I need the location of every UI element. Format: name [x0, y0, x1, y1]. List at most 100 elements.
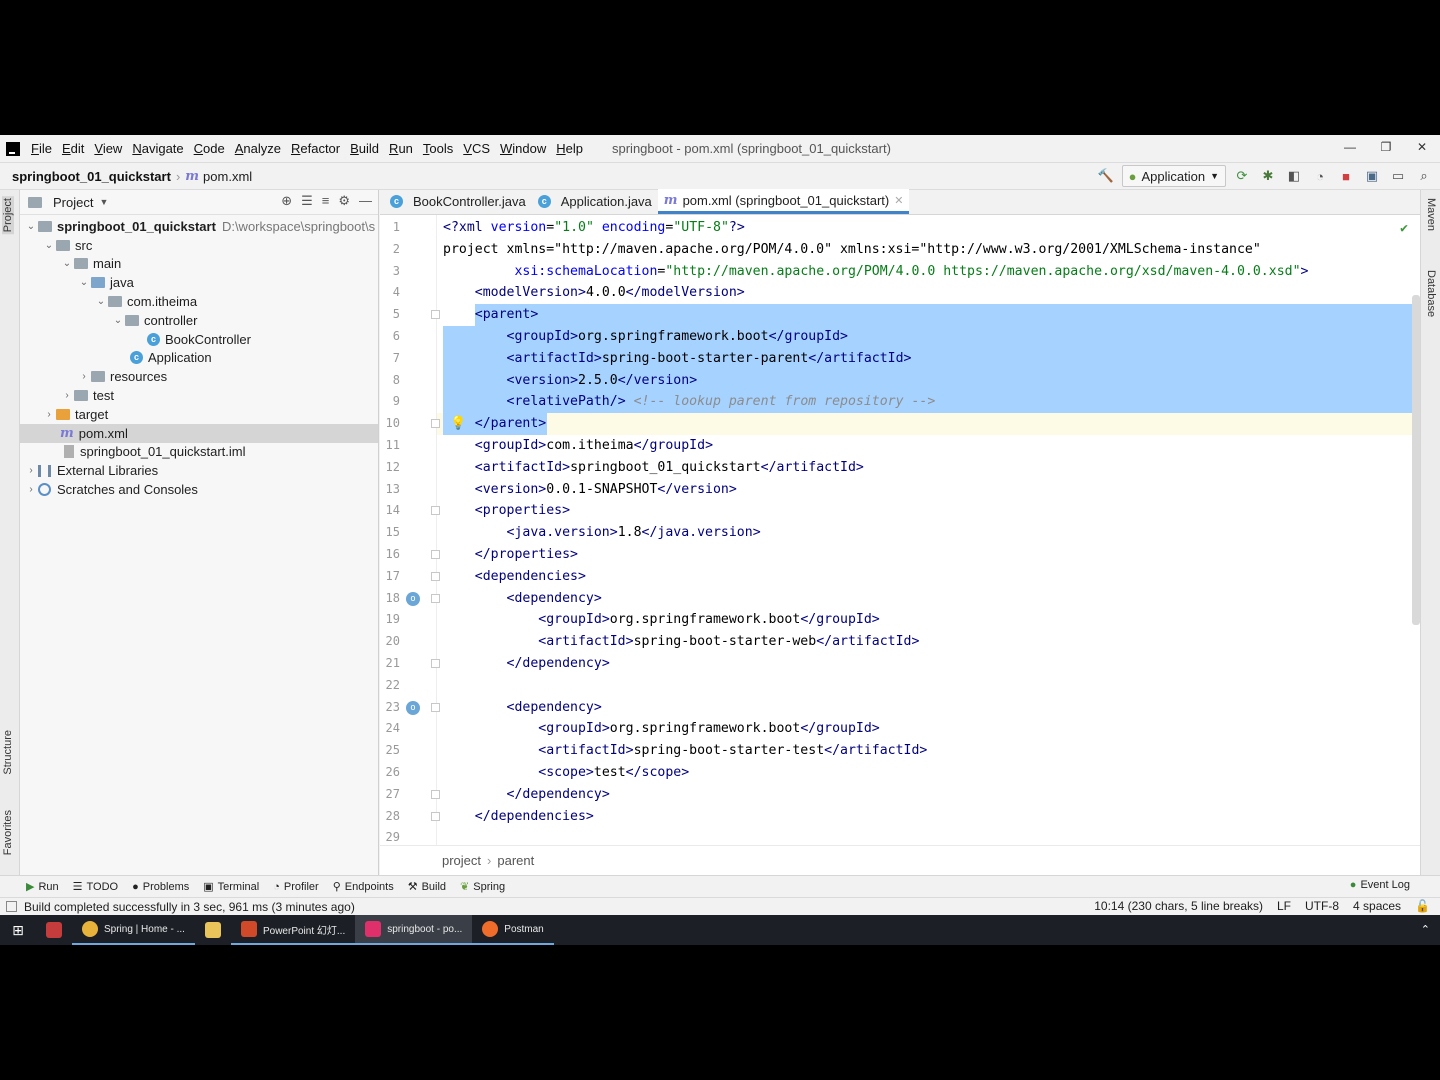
side-tab-database[interactable]: Database — [1425, 270, 1437, 317]
code-line[interactable]: 1 <?xml version="1.0" encoding="UTF-8"?> — [380, 217, 1420, 239]
code-line[interactable]: 21 </dependency> — [380, 653, 1420, 675]
menu-file[interactable]: File — [26, 141, 57, 156]
fold-marker-icon[interactable] — [431, 593, 440, 603]
menu-vcs[interactable]: VCS — [458, 141, 495, 156]
code-line[interactable]: 19 <groupId>org.springframework.boot</gr… — [380, 609, 1420, 631]
build-hammer-icon[interactable]: 🔨 — [1096, 166, 1116, 186]
menu-analyze[interactable]: Analyze — [230, 141, 286, 156]
vertical-scrollbar[interactable] — [1412, 295, 1420, 625]
menu-run[interactable]: Run — [384, 141, 418, 156]
layout-icon[interactable]: ▭ — [1388, 166, 1408, 186]
status-message[interactable]: Build completed successfully in 3 sec, 9… — [24, 900, 355, 914]
code-line[interactable]: 23 <dependency> o — [380, 697, 1420, 719]
code-line[interactable]: 14 <properties> — [380, 500, 1420, 522]
tool-run[interactable]: ▶ Run — [26, 880, 59, 894]
fold-marker-icon[interactable] — [431, 506, 440, 516]
status-checkbox-icon[interactable] — [6, 901, 17, 912]
chevron-down-icon[interactable]: ⌄ — [60, 258, 74, 269]
tool-problems[interactable]: ● Problems — [132, 881, 189, 893]
restore-icon[interactable]: ❐ — [1368, 135, 1404, 159]
expand-all-icon[interactable]: ☰ — [301, 193, 313, 209]
code-line[interactable]: 16 </properties> — [380, 544, 1420, 566]
chevron-down-icon[interactable]: ⌄ — [24, 221, 38, 232]
chevron-down-icon[interactable]: ⌄ — [111, 315, 125, 326]
code-line[interactable]: 6 <groupId>org.springframework.boot</gro… — [380, 326, 1420, 348]
tree-item-java[interactable]: ⌄ java — [20, 273, 378, 292]
lock-icon[interactable]: 🔓 — [1415, 899, 1430, 913]
breadcrumb-project-tag[interactable]: project — [442, 853, 481, 868]
code-line[interactable]: 8 <version>2.5.0</version> — [380, 370, 1420, 392]
code-line[interactable]: 4 <modelVersion>4.0.0</modelVersion> — [380, 282, 1420, 304]
chevron-down-icon[interactable]: ⌄ — [42, 240, 56, 251]
taskbar-powerpoint[interactable]: PowerPoint 幻灯... — [230, 915, 356, 945]
menu-navigate[interactable]: Navigate — [127, 141, 188, 156]
fold-marker-icon[interactable] — [431, 811, 440, 821]
code-line[interactable]: 3 xsi:schemaLocation="http://maven.apach… — [380, 261, 1420, 283]
side-tab-project[interactable]: Project — [2, 196, 14, 235]
taskbar-chrome[interactable]: Spring | Home - ... — [72, 915, 195, 945]
side-tab-maven[interactable]: Maven — [1425, 198, 1437, 231]
code-line[interactable]: 15 <java.version>1.8</java.version> — [380, 522, 1420, 544]
chevron-down-icon[interactable]: ⌄ — [77, 277, 91, 288]
inspection-ok-icon[interactable]: ✔ — [1400, 221, 1408, 236]
tab-application[interactable]: c Application.java — [532, 189, 658, 214]
taskbar-app-icon[interactable] — [36, 915, 72, 945]
breadcrumb-file[interactable]: pom.xml — [203, 169, 252, 184]
project-panel-title[interactable]: Project — [53, 195, 93, 210]
project-structure-icon[interactable]: ▣ — [1362, 166, 1382, 186]
file-encoding[interactable]: UTF-8 — [1305, 899, 1339, 913]
code-line[interactable]: 28 </dependencies> — [380, 806, 1420, 828]
code-line[interactable]: 12 <artifactId>springboot_01_quickstart<… — [380, 457, 1420, 479]
fold-marker-icon[interactable] — [431, 789, 440, 799]
rerun-icon[interactable]: ⟳ — [1232, 166, 1252, 186]
chevron-down-icon[interactable]: ⌄ — [94, 296, 108, 307]
menu-build[interactable]: Build — [345, 141, 384, 156]
line-separator[interactable]: LF — [1277, 899, 1291, 913]
code-line[interactable]: 26 <scope>test</scope> — [380, 762, 1420, 784]
chevron-up-icon[interactable]: ⌃ — [1421, 923, 1430, 936]
tool-todo[interactable]: ☰ TODO — [73, 880, 118, 894]
breadcrumb-project[interactable]: springboot_01_quickstart — [12, 169, 171, 184]
tree-item-bookcontroller[interactable]: c BookController — [20, 330, 378, 349]
chevron-right-icon[interactable]: › — [77, 371, 91, 382]
code-line[interactable]: 9 <relativePath/> <!-- lookup parent fro… — [380, 391, 1420, 413]
code-line[interactable]: 7 <artifactId>spring-boot-starter-parent… — [380, 348, 1420, 370]
tree-item-controller[interactable]: ⌄ controller — [20, 311, 378, 330]
caret-position[interactable]: 10:14 (230 chars, 5 line breaks) — [1094, 899, 1263, 913]
chevron-down-icon[interactable]: ▼ — [99, 197, 108, 207]
side-tab-favorites[interactable]: Favorites — [2, 810, 14, 855]
dependency-gutter-icon[interactable]: o — [406, 700, 420, 715]
run-configuration-select[interactable]: ● Application ▼ — [1121, 165, 1226, 187]
code-line[interactable]: 18 <dependency> o — [380, 588, 1420, 610]
chevron-right-icon[interactable]: › — [42, 409, 56, 420]
code-line[interactable]: 29 — [380, 827, 1420, 845]
code-line[interactable]: 2 project xmlns="http://maven.apache.org/… — [380, 239, 1420, 261]
tab-bookcontroller[interactable]: c BookController.java — [384, 189, 532, 214]
fold-marker-icon[interactable] — [431, 571, 440, 581]
tree-item-iml[interactable]: springboot_01_quickstart.iml — [20, 443, 378, 462]
fold-marker-icon[interactable] — [431, 659, 440, 668]
code-line[interactable]: 20 <artifactId>spring-boot-starter-web</… — [380, 631, 1420, 653]
close-tab-icon[interactable]: ✕ — [894, 194, 903, 207]
menu-edit[interactable]: Edit — [57, 141, 89, 156]
tool-endpoints[interactable]: ⚲ Endpoints — [333, 880, 394, 894]
debug-icon[interactable]: ✱ — [1258, 166, 1278, 186]
code-line[interactable]: 25 <artifactId>spring-boot-starter-test<… — [380, 740, 1420, 762]
code-line[interactable]: 5 <parent> — [380, 304, 1420, 326]
tree-item-src[interactable]: ⌄ src — [20, 236, 378, 255]
tree-item-external-libraries[interactable]: › External Libraries — [20, 461, 378, 480]
code-line[interactable]: 27 </dependency> — [380, 784, 1420, 806]
taskbar-postman[interactable]: Postman — [472, 915, 554, 945]
indent-setting[interactable]: 4 spaces — [1353, 899, 1401, 913]
code-line[interactable]: 13 <version>0.0.1-SNAPSHOT</version> — [380, 479, 1420, 501]
code-line[interactable]: 17 <dependencies> — [380, 566, 1420, 588]
collapse-all-icon[interactable]: ≡ — [322, 193, 330, 209]
chevron-right-icon[interactable]: › — [60, 390, 74, 401]
tree-item-scratches[interactable]: › Scratches and Consoles — [20, 480, 378, 499]
code-line[interactable]: 11 <groupId>com.itheima</groupId> — [380, 435, 1420, 457]
fold-marker-icon[interactable] — [431, 702, 440, 712]
fold-marker-icon[interactable] — [431, 310, 440, 320]
tree-item-resources[interactable]: › resources — [20, 367, 378, 386]
fold-marker-icon[interactable] — [431, 550, 440, 559]
taskbar-intellij[interactable]: springboot - po... — [355, 915, 473, 945]
